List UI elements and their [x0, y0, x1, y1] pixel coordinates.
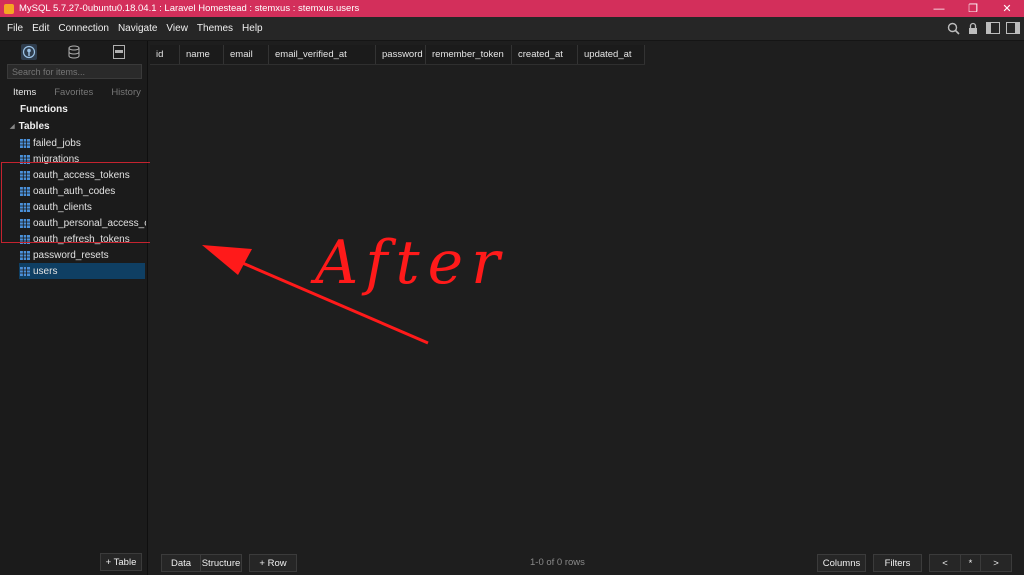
column-header[interactable]: updated_at	[578, 45, 645, 64]
sidebar: Items Favorites History Functions ◢Table…	[0, 41, 148, 575]
expand-caret-icon: ◢	[10, 124, 15, 130]
data-tab-button[interactable]: Data	[161, 554, 201, 572]
minimize-button[interactable]: —	[922, 0, 956, 17]
column-header[interactable]: created_at	[512, 45, 578, 64]
column-header[interactable]: name	[180, 45, 224, 64]
table-icon	[20, 186, 30, 196]
menu-themes[interactable]: Themes	[197, 23, 233, 34]
table-item-label: oauth_clients	[33, 201, 92, 213]
menu-help[interactable]: Help	[242, 23, 263, 34]
search-input[interactable]	[7, 64, 142, 79]
column-header[interactable]: remember_token	[426, 45, 512, 64]
table-icon	[20, 218, 30, 228]
column-header[interactable]: id	[150, 45, 180, 64]
table-item[interactable]: migrations	[0, 151, 146, 167]
table-item[interactable]: users	[19, 263, 145, 279]
table-item[interactable]: oauth_personal_access_clients	[0, 215, 146, 231]
add-table-button[interactable]: + Table	[100, 553, 142, 571]
table-item-label: oauth_personal_access_clients	[33, 217, 146, 229]
restore-button[interactable]: ❐	[956, 0, 990, 17]
toggle-panel-icon[interactable]	[1006, 21, 1020, 35]
table-item[interactable]: password_resets	[0, 247, 146, 263]
column-header[interactable]: email	[224, 45, 269, 64]
title-bar: MySQL 5.7.27-0ubuntu0.18.04.1 : Laravel …	[0, 0, 1024, 17]
menu-edit[interactable]: Edit	[32, 23, 49, 34]
table-icon	[20, 250, 30, 260]
tab-items[interactable]: Items	[13, 87, 36, 98]
items-icon[interactable]	[20, 44, 37, 60]
table-icon	[20, 266, 30, 276]
table-item-label: password_resets	[33, 249, 109, 261]
table-item-label: migrations	[33, 153, 80, 165]
table-item-label: users	[33, 265, 58, 277]
lock-icon[interactable]	[966, 21, 980, 35]
bottom-toolbar: Data Structure + Row 1-0 of 0 rows Colum…	[150, 551, 1024, 575]
table-item[interactable]: oauth_auth_codes	[0, 183, 146, 199]
app-logo-icon	[4, 3, 14, 14]
search-icon[interactable]	[946, 21, 960, 35]
table-item-label: oauth_auth_codes	[33, 185, 116, 197]
table-item[interactable]: oauth_refresh_tokens	[0, 231, 146, 247]
table-item-label: oauth_refresh_tokens	[33, 233, 130, 245]
table-icon	[20, 138, 30, 148]
next-page-button[interactable]: >	[980, 554, 1012, 572]
menu-navigate[interactable]: Navigate	[118, 23, 157, 34]
tab-favorites[interactable]: Favorites	[54, 87, 93, 98]
columns-button[interactable]: Columns	[817, 554, 866, 572]
table-icon	[20, 154, 30, 164]
table-item-label: oauth_access_tokens	[33, 169, 130, 181]
table-icon	[20, 202, 30, 212]
table-icon	[20, 234, 30, 244]
annotation-text: After	[315, 228, 508, 298]
column-header[interactable]: password	[376, 45, 426, 64]
column-header[interactable]: email_verified_at	[269, 45, 376, 64]
prev-page-button[interactable]: <	[929, 554, 961, 572]
table-item[interactable]: oauth_access_tokens	[0, 167, 146, 183]
structure-tab-button[interactable]: Structure	[200, 554, 242, 572]
table-item[interactable]: oauth_clients	[0, 199, 146, 215]
filters-button[interactable]: Filters	[873, 554, 922, 572]
database-icon[interactable]	[66, 44, 82, 60]
add-row-button[interactable]: + Row	[249, 554, 297, 572]
table-icon	[20, 170, 30, 180]
menu-bar: File Edit Connection Navigate View Theme…	[0, 17, 1024, 41]
tab-history[interactable]: History	[111, 87, 141, 98]
grid-header: id name email email_verified_at password…	[150, 45, 645, 65]
functions-section[interactable]: Functions	[0, 101, 147, 118]
table-item[interactable]: failed_jobs	[0, 135, 146, 151]
rows-count: 1-0 of 0 rows	[530, 557, 585, 568]
table-item-label: failed_jobs	[33, 137, 81, 149]
menu-file[interactable]: File	[7, 23, 23, 34]
menu-view[interactable]: View	[166, 23, 188, 34]
all-rows-button[interactable]: *	[960, 554, 981, 572]
table-list: failed_jobs migrations oauth_access_tokens…	[0, 135, 147, 279]
menu-connection[interactable]: Connection	[58, 23, 109, 34]
tables-section[interactable]: ◢ Tables	[0, 118, 147, 135]
close-button[interactable]: ✕	[990, 0, 1024, 17]
toggle-sidebar-icon[interactable]	[986, 21, 1000, 35]
tables-section-label: Tables	[18, 121, 50, 132]
window-title: MySQL 5.7.27-0ubuntu0.18.04.1 : Laravel …	[19, 3, 360, 14]
sql-query-icon[interactable]	[111, 44, 127, 60]
